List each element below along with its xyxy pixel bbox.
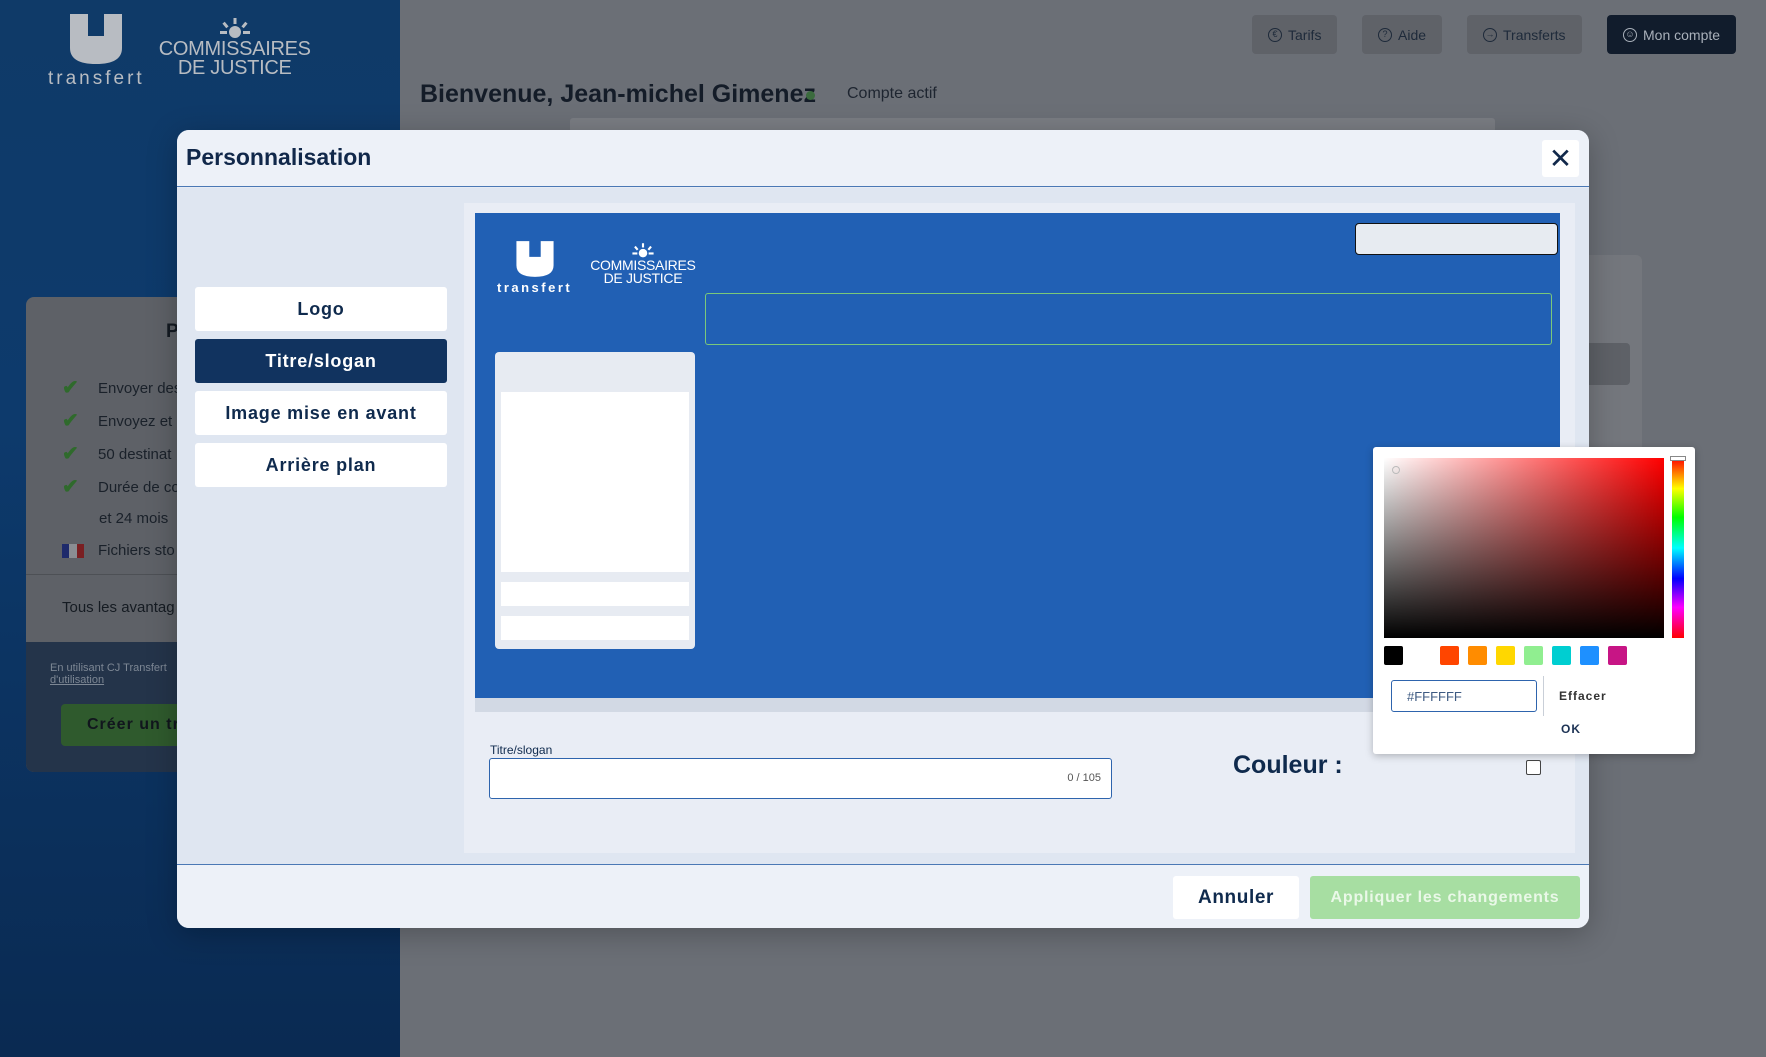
color-swatch-toggle[interactable] [1526, 760, 1541, 775]
feature-text: Durée de co [98, 478, 180, 496]
preview-nav-placeholder [1355, 223, 1558, 255]
swatch-magenta[interactable] [1608, 646, 1627, 665]
clear-button[interactable]: Effacer [1559, 689, 1607, 703]
check-icon: ✔ [62, 410, 79, 432]
swatch-black[interactable] [1384, 646, 1403, 665]
title-field-label: Titre/slogan [490, 743, 553, 757]
modal-footer: Annuler Appliquer les changements [177, 864, 1589, 928]
brand-logo[interactable]: transfert COMMISSAIRES DE JUSTICE [48, 14, 311, 90]
menu-featured-image[interactable]: Image mise en avant [195, 391, 447, 435]
apply-changes-button[interactable]: Appliquer les changements [1310, 876, 1580, 919]
welcome-title: Bienvenue, Jean-michel Gimenez [420, 80, 816, 108]
swatch-gold[interactable] [1496, 646, 1515, 665]
sv-handle[interactable] [1392, 466, 1400, 474]
preview-logo-mark: transfert [497, 241, 572, 295]
feature-item: ✔ Envoyez et [62, 410, 173, 432]
preview-card-block [501, 392, 689, 572]
preview-cj-line2: DE JUSTICE [603, 270, 683, 286]
brand-mark-text: transfert [48, 68, 145, 89]
swatch-orange[interactable] [1468, 646, 1487, 665]
feature-item: ✔ 50 destinat [62, 443, 172, 465]
title-slogan-input[interactable]: 0 / 105 [489, 758, 1112, 799]
terms-link[interactable]: d'utilisation [50, 674, 167, 686]
euro-icon: € [1268, 27, 1282, 42]
mon-compte-label: Mon compte [1643, 26, 1721, 43]
preview-logo: transfert COMMISSAIRES DE JUSTICE [497, 241, 696, 295]
aide-button[interactable]: ? Aide [1362, 15, 1443, 54]
check-icon: ✔ [62, 443, 79, 465]
preview-mark-text: transfert [497, 280, 573, 295]
char-counter: 0 / 105 [1067, 772, 1101, 784]
menu-logo[interactable]: Logo [195, 287, 447, 331]
color-picker: #FFFFFF Effacer OK [1373, 447, 1695, 754]
feature-text: Fichiers sto [98, 542, 175, 559]
french-flag-icon [62, 543, 84, 558]
modal-title: Personnalisation [186, 144, 372, 170]
feature-text: 50 destinat [98, 445, 172, 463]
mon-compte-button[interactable]: ☺ Mon compte [1607, 15, 1737, 54]
check-icon: ✔ [62, 476, 79, 498]
all-benefits-link[interactable]: Tous les avantag [62, 599, 175, 616]
feature-text: Envoyez et [98, 412, 173, 430]
user-icon: ☺ [1623, 27, 1637, 42]
feature-item: ✔ Durée de co [62, 476, 180, 498]
sun-emblem-icon [219, 18, 250, 38]
swatch-turquoise[interactable] [1552, 646, 1571, 665]
cj-logo: COMMISSAIRES DE JUSTICE [159, 18, 311, 78]
help-icon: ? [1378, 27, 1392, 42]
preview-title-area [705, 293, 1552, 345]
feature-item: ✔ Envoyer des [62, 377, 182, 399]
close-button[interactable]: ✕ [1542, 140, 1579, 177]
swatch-orange-red[interactable] [1440, 646, 1459, 665]
tarifs-button[interactable]: € Tarifs [1252, 15, 1338, 54]
feature-item: et 24 mois [99, 510, 168, 527]
preview-card-line [501, 582, 689, 606]
feature-item: Fichiers sto [62, 542, 175, 559]
transferts-label: Transferts [1503, 26, 1566, 43]
cj-line2: DE JUSTICE [177, 57, 292, 79]
transfer-icon: → [1483, 27, 1497, 42]
preview-form-card [495, 352, 695, 649]
modal-header: Personnalisation ✕ [177, 130, 1589, 187]
close-icon: ✕ [1548, 142, 1573, 174]
color-label: Couleur : [1233, 751, 1343, 779]
check-icon: ✔ [62, 377, 79, 399]
account-status: Compte actif [847, 85, 937, 102]
terms-text: En utilisant CJ Transfert d'utilisation [50, 662, 167, 686]
aide-label: Aide [1398, 26, 1427, 43]
cancel-button[interactable]: Annuler [1173, 876, 1299, 919]
status-dot [806, 91, 815, 100]
tarifs-label: Tarifs [1288, 26, 1322, 43]
feature-text: Envoyer des [98, 379, 182, 397]
saturation-value-area[interactable] [1384, 458, 1664, 638]
menu-title-slogan[interactable]: Titre/slogan [195, 339, 447, 383]
terms-line: En utilisant CJ Transfert [50, 662, 167, 674]
hue-slider[interactable] [1672, 458, 1684, 638]
preview-card-line [501, 616, 689, 640]
feature-text: et 24 mois [99, 510, 169, 527]
swatch-white[interactable] [1412, 646, 1431, 665]
menu-background[interactable]: Arrière plan [195, 443, 447, 487]
swatch-blue[interactable] [1580, 646, 1599, 665]
hue-handle[interactable] [1670, 456, 1686, 461]
transferts-button[interactable]: → Transferts [1467, 15, 1582, 54]
ok-button[interactable]: OK [1561, 722, 1581, 736]
swatch-light-green[interactable] [1524, 646, 1543, 665]
shield-logo-icon [70, 14, 123, 64]
hex-input[interactable]: #FFFFFF [1391, 680, 1537, 712]
shield-logo-icon [516, 241, 554, 277]
preview-cj-logo: COMMISSAIRES DE JUSTICE [590, 243, 696, 286]
transfert-logo-mark: transfert [48, 14, 145, 90]
